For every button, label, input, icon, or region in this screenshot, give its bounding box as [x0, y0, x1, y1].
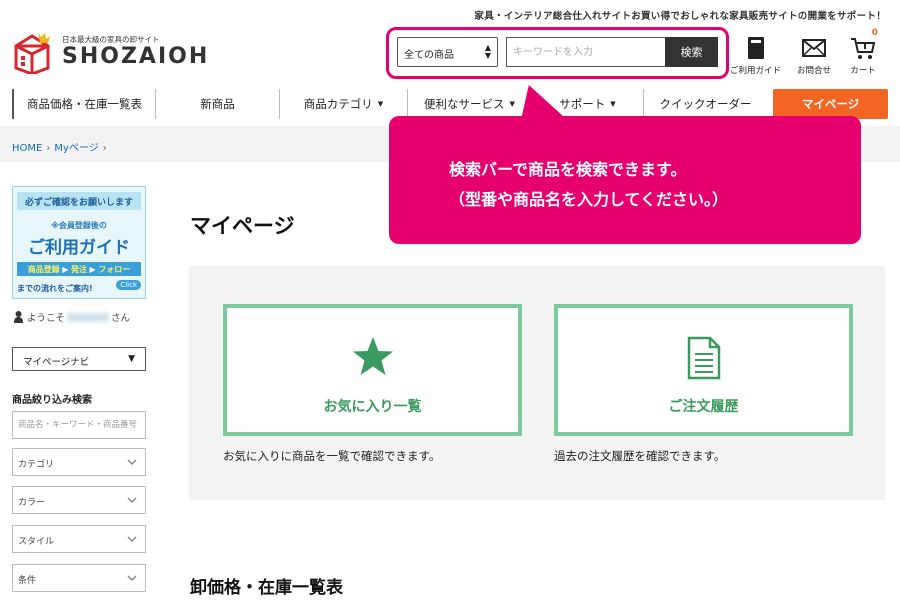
- search-category-select[interactable]: 全ての商品 ▲ ▼: [397, 37, 498, 67]
- cart-icon: [851, 38, 876, 59]
- filter-color-select[interactable]: カラー: [12, 486, 146, 514]
- cart-count-badge: 0: [871, 28, 878, 38]
- guide-banner-top: 必ずご確認をお願いします: [17, 192, 141, 210]
- contact-label: お問合せ: [797, 66, 832, 76]
- mail-icon: [802, 39, 826, 57]
- favorites-card-label: お気に入り一覧: [323, 399, 422, 415]
- search-button[interactable]: 検索: [665, 37, 718, 67]
- section-title-price-list: 卸価格・在庫一覧表: [190, 578, 343, 598]
- cart-link[interactable]: カート 0: [850, 28, 878, 76]
- nav-item-price-list[interactable]: 商品価格・在庫一覧表: [12, 89, 155, 119]
- nav-item-new-products[interactable]: 新商品: [155, 89, 279, 119]
- nav-item-mypage[interactable]: マイページ: [773, 89, 888, 119]
- chevron-down-icon: [127, 497, 137, 504]
- mypage-panel: お気に入り一覧 お気に入りに商品を一覧で確認できます。 ご注文履歴 過去の注文履…: [189, 266, 885, 500]
- username-redacted: [67, 312, 110, 322]
- caret-down-icon: ▼: [610, 100, 616, 108]
- select-arrows-icon: ▲ ▼: [484, 43, 491, 60]
- user-icon: [14, 311, 23, 323]
- star-icon: [352, 337, 393, 375]
- order-history-card-desc: 過去の注文履歴を確認できます。: [554, 449, 726, 463]
- crown-icon: [38, 32, 50, 43]
- guide-banner-steps: 商品登録 ▶ 発注 ▶ フォロー: [17, 262, 141, 276]
- filter-category-select[interactable]: カテゴリ: [12, 448, 146, 476]
- filter-keyword-input[interactable]: [12, 411, 146, 439]
- header-tagline: 家具・インテリア総合仕入れサイトお買い得でおしゃれな家具販売サイトの開業をサポー…: [474, 11, 886, 22]
- callout-line-2: （型番や商品名を入力してください。）: [449, 190, 729, 209]
- filter-heading: 商品絞り込み検索: [12, 395, 92, 406]
- welcome-message: ようこそ さん: [14, 310, 130, 324]
- guide-banner-title: ご利用ガイド: [28, 238, 130, 258]
- logo-house-icon: [14, 32, 50, 74]
- cart-label: カート: [850, 66, 876, 76]
- site-logo[interactable]: 日本最大級の家具の卸サイト SHOZAIOH: [12, 28, 222, 76]
- contact-link[interactable]: お問合せ: [797, 36, 831, 76]
- guide-book-icon: [747, 37, 764, 59]
- guide-label: ご利用ガイド: [730, 66, 782, 76]
- guide-banner[interactable]: 必ずご確認をお願いします ※会員登録後の ご利用ガイド 商品登録 ▶ 発注 ▶ …: [12, 186, 146, 299]
- document-icon: [687, 336, 720, 380]
- callout-line-1: 検索バーで商品を検索できます。: [449, 160, 687, 179]
- guide-banner-small: ※会員登録後の: [51, 221, 107, 230]
- mypage-nav-select[interactable]: マイページナビ ▼: [12, 347, 146, 371]
- order-history-card-label: ご注文履歴: [668, 399, 739, 415]
- favorites-card-desc: お気に入りに商品を一覧で確認できます。: [223, 449, 441, 463]
- nav-item-quick-order[interactable]: クイックオーダー: [643, 89, 767, 119]
- search-category-value: 全ての商品: [404, 50, 454, 61]
- nav-item-categories[interactable]: 商品カテゴリ ▼: [279, 89, 407, 119]
- guide-link[interactable]: ご利用ガイド: [730, 36, 781, 76]
- filter-condition-select[interactable]: 条件: [12, 564, 146, 592]
- search-input[interactable]: [506, 37, 666, 67]
- guide-banner-foot: までの流れをご案内!: [17, 284, 93, 293]
- breadcrumb: HOME › Myページ ›: [12, 143, 107, 154]
- chevron-down-icon: [127, 575, 137, 582]
- chevron-down-icon: [127, 459, 137, 466]
- breadcrumb-home[interactable]: HOME: [12, 143, 42, 154]
- main-nav: 商品価格・在庫一覧表 新商品 商品カテゴリ ▼ 便利なサービス ▼ サポート ▼ クイ…: [12, 89, 888, 119]
- triangle-down-icon: ▼: [128, 354, 135, 364]
- favorites-card[interactable]: お気に入り一覧: [223, 304, 522, 436]
- logo-wordmark: SHOZAIOH: [62, 44, 210, 69]
- chevron-down-icon: [127, 536, 137, 543]
- search-callout: 検索バーで商品を検索できます。 （型番や商品名を入力してください。）: [389, 116, 861, 244]
- filter-style-select[interactable]: スタイル: [12, 525, 146, 553]
- order-history-card[interactable]: ご注文履歴: [554, 304, 853, 436]
- guide-banner-click: Click: [116, 280, 141, 290]
- breadcrumb-current[interactable]: Myページ: [54, 143, 98, 154]
- page-title: マイページ: [190, 214, 295, 238]
- caret-down-icon: ▼: [377, 100, 384, 108]
